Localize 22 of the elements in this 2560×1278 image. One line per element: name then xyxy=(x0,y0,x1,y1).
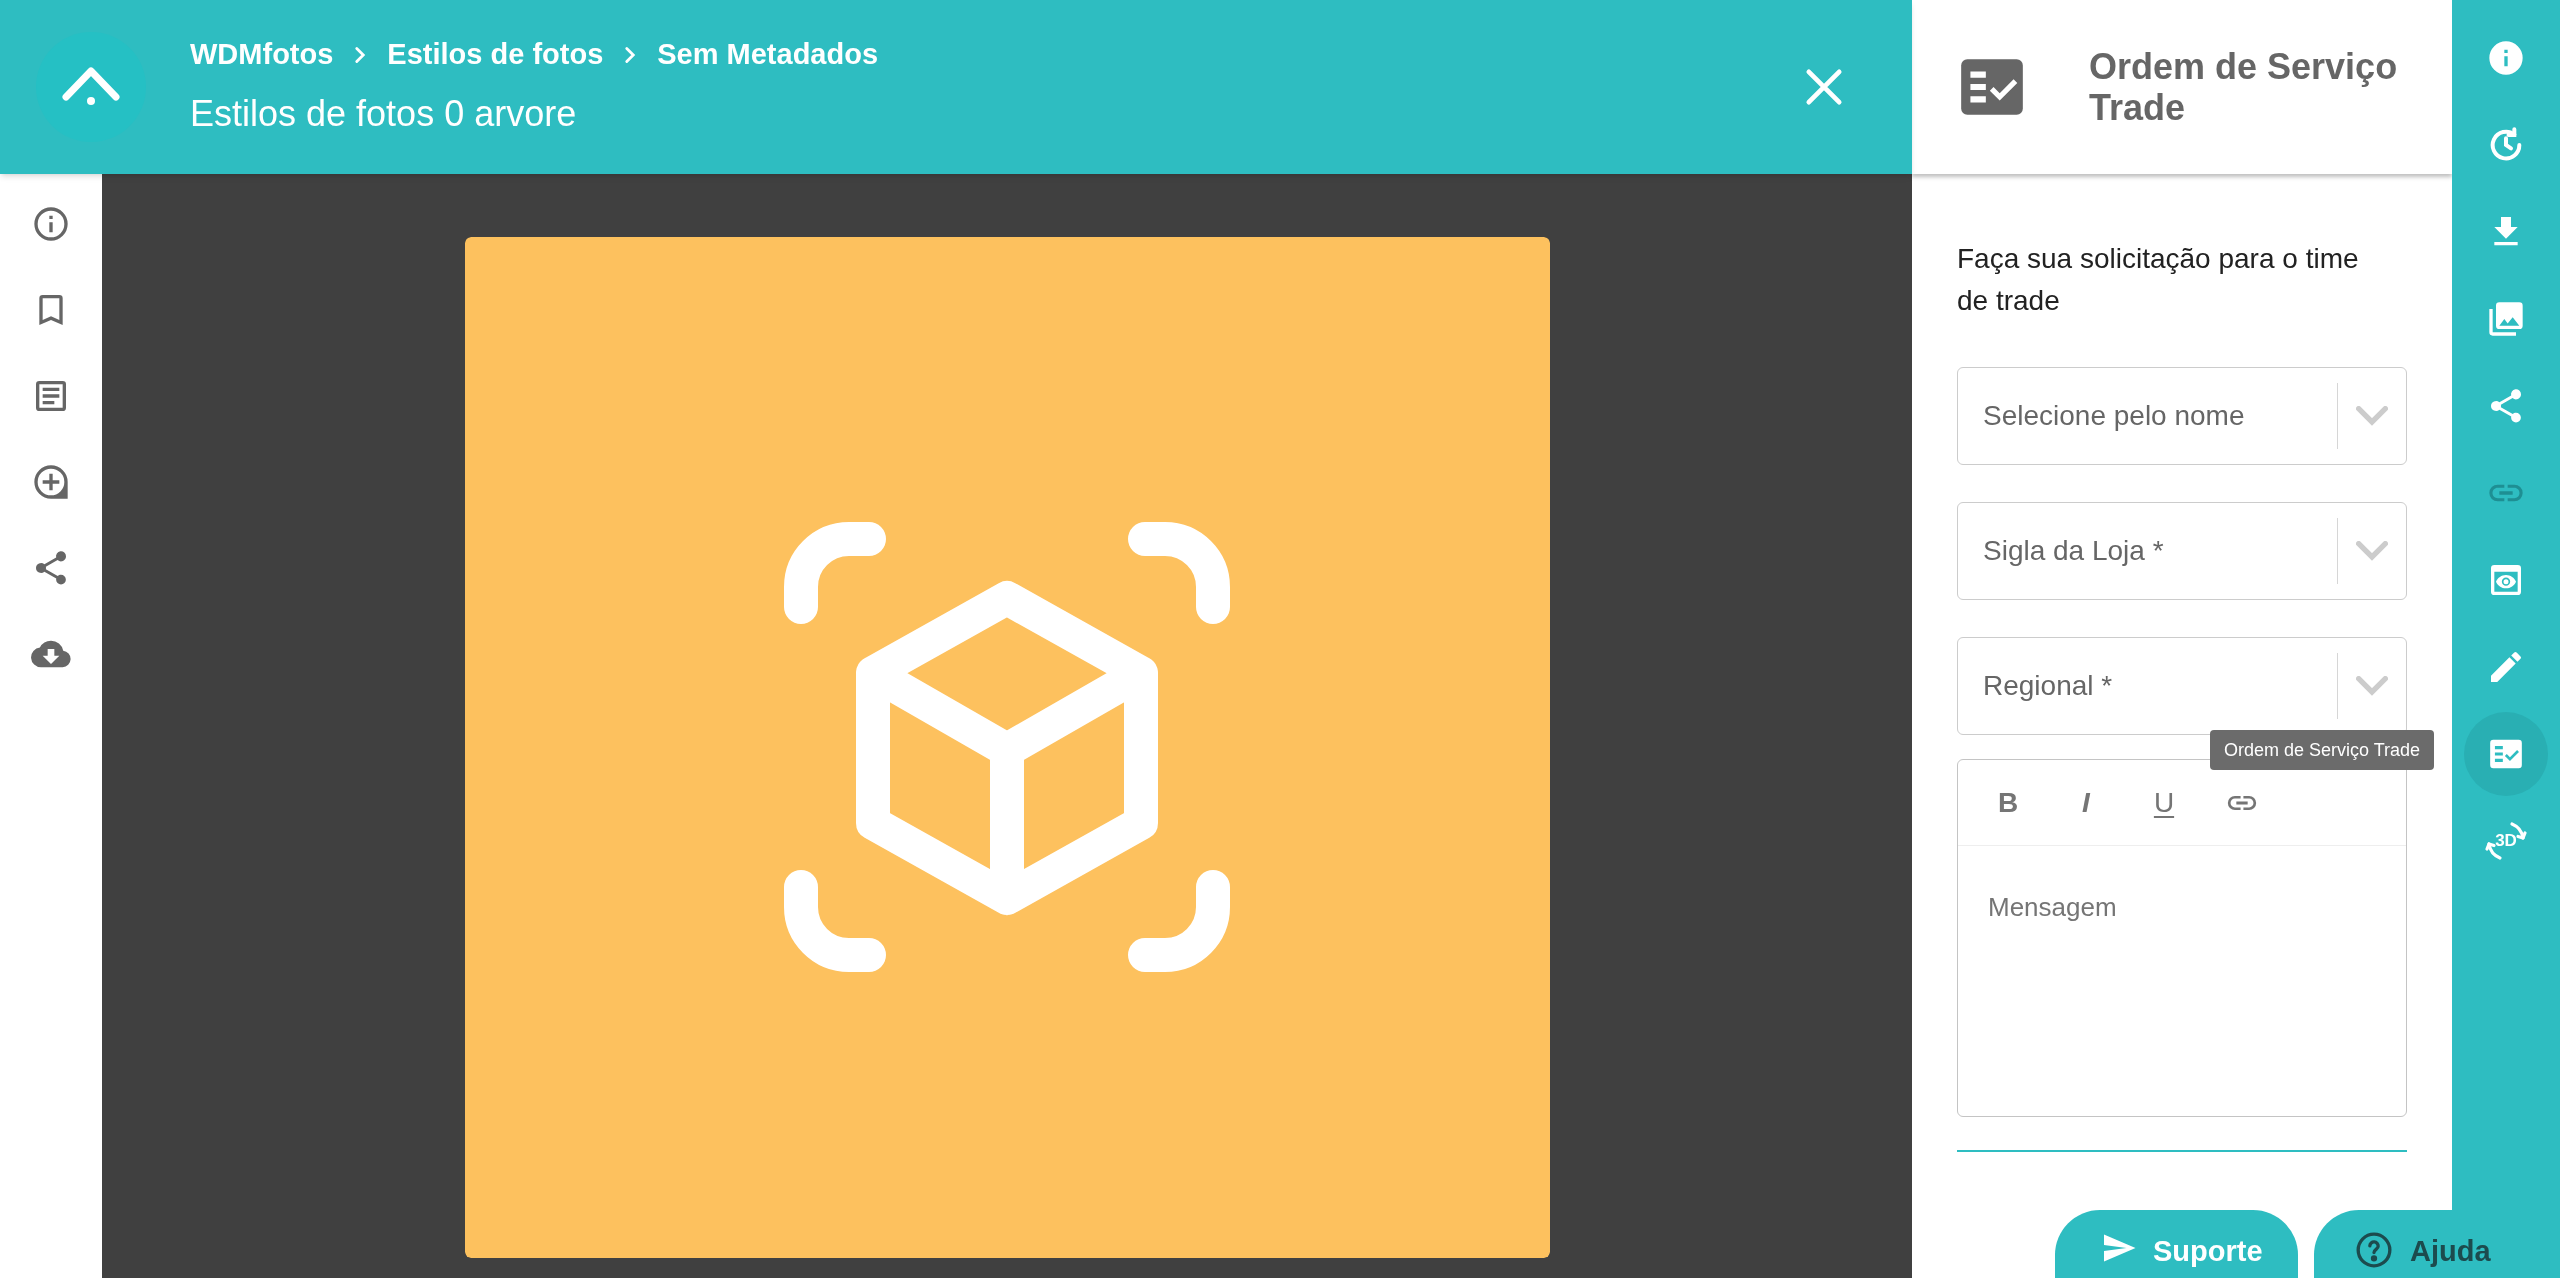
info-icon xyxy=(2486,38,2526,78)
three-d-label: 3D xyxy=(2495,830,2517,853)
info-button[interactable] xyxy=(31,204,71,244)
intro-text: Faça sua solicitação para o time de trade xyxy=(1957,242,2360,318)
chevron-down-icon xyxy=(2356,406,2388,426)
message-placeholder: Mensagem xyxy=(1987,891,2118,924)
tooltip: Ordem de Serviço Trade xyxy=(2210,730,2435,770)
select-field[interactable]: Sigla da Loja * xyxy=(1957,502,2407,600)
italic-tool-button[interactable]: I xyxy=(2064,780,2108,825)
select-field[interactable]: Selecione pelo nome xyxy=(1957,367,2407,465)
panel-title: Ordem de Serviço Trade xyxy=(2089,46,2399,128)
underline-tool-button[interactable]: U xyxy=(2142,780,2186,825)
add-button[interactable] xyxy=(31,462,71,502)
zoom-in-icon xyxy=(31,462,71,502)
photos-icon xyxy=(2486,299,2526,339)
chevron-down-icon xyxy=(2356,541,2388,561)
help-icon xyxy=(2354,1230,2394,1270)
bold-tool-button[interactable]: B xyxy=(1986,780,2030,825)
help-button[interactable]: Ajuda xyxy=(2314,1210,2560,1278)
info-icon xyxy=(31,204,71,244)
chevron-down-icon xyxy=(2356,676,2388,696)
page-title: Estilos de fotos 0 arvore xyxy=(190,91,578,136)
